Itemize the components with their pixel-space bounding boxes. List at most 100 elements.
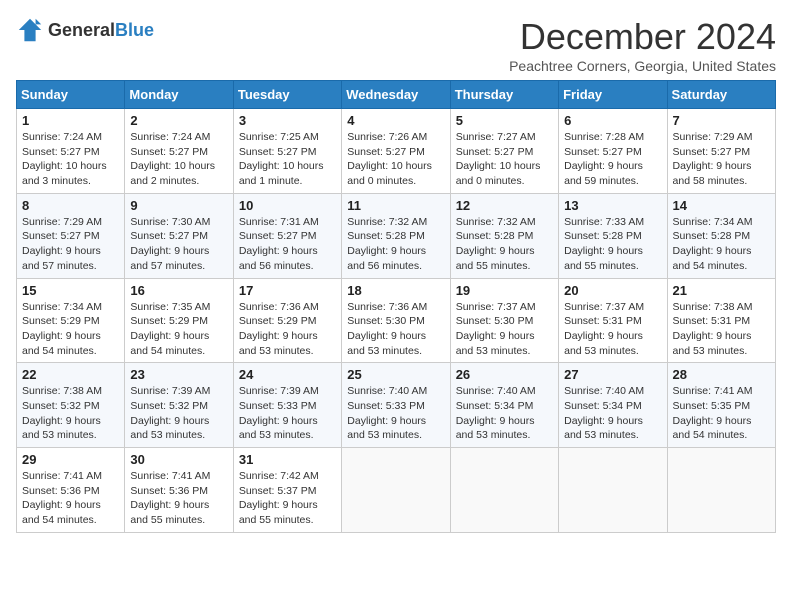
calendar-cell: 19Sunrise: 7:37 AMSunset: 5:30 PMDayligh…	[450, 278, 558, 363]
calendar-cell: 17 Sunrise: 7:36 AMSunset: 5:29 PMDayligh…	[233, 278, 341, 363]
day-number: 26	[456, 367, 553, 382]
calendar-cell: 26 Sunrise: 7:40 AMSunset: 5:34 PMDayligh…	[450, 363, 558, 448]
calendar-cell: 8Sunrise: 7:29 AMSunset: 5:27 PMDaylight…	[17, 193, 125, 278]
day-info: Sunrise: 7:39 AMSunset: 5:33 PMDaylight:…	[239, 384, 336, 443]
day-info: Sunrise: 7:24 AMSunset: 5:27 PMDaylight:…	[22, 130, 119, 189]
weekday-header-row: SundayMondayTuesdayWednesdayThursdayFrid…	[17, 81, 776, 109]
day-info: Sunrise: 7:40 AMSunset: 5:34 PMDaylight:…	[456, 384, 553, 443]
calendar-week-row: 1 Sunrise: 7:24 AMSunset: 5:27 PMDaylight…	[17, 109, 776, 194]
weekday-header-sunday: Sunday	[17, 81, 125, 109]
day-info: Sunrise: 7:24 AMSunset: 5:27 PMDaylight:…	[130, 130, 227, 189]
calendar-cell: 27 Sunrise: 7:40 AMSunset: 5:34 PMDayligh…	[559, 363, 667, 448]
day-number: 10	[239, 198, 336, 213]
weekday-header-friday: Friday	[559, 81, 667, 109]
calendar-cell: 16Sunrise: 7:35 AMSunset: 5:29 PMDayligh…	[125, 278, 233, 363]
day-number: 31	[239, 452, 336, 467]
calendar-cell: 5 Sunrise: 7:27 AMSunset: 5:27 PMDaylight…	[450, 109, 558, 194]
calendar-cell: 10 Sunrise: 7:31 AMSunset: 5:27 PMDayligh…	[233, 193, 341, 278]
day-number: 25	[347, 367, 444, 382]
day-number: 15	[22, 283, 119, 298]
calendar-cell: 31 Sunrise: 7:42 AMSunset: 5:37 PMDayligh…	[233, 448, 341, 533]
calendar-cell: 3Sunrise: 7:25 AMSunset: 5:27 PMDaylight…	[233, 109, 341, 194]
day-number: 24	[239, 367, 336, 382]
day-number: 13	[564, 198, 661, 213]
day-number: 14	[673, 198, 770, 213]
day-number: 16	[130, 283, 227, 298]
day-number: 9	[130, 198, 227, 213]
day-number: 4	[347, 113, 444, 128]
day-info: Sunrise: 7:37 AMSunset: 5:30 PMDaylight:…	[456, 300, 553, 359]
calendar-cell: 13 Sunrise: 7:33 AMSunset: 5:28 PMDayligh…	[559, 193, 667, 278]
day-number: 11	[347, 198, 444, 213]
logo-icon	[16, 16, 44, 44]
calendar-week-row: 8Sunrise: 7:29 AMSunset: 5:27 PMDaylight…	[17, 193, 776, 278]
calendar-cell: 1 Sunrise: 7:24 AMSunset: 5:27 PMDaylight…	[17, 109, 125, 194]
day-number: 17	[239, 283, 336, 298]
calendar-table: SundayMondayTuesdayWednesdayThursdayFrid…	[16, 80, 776, 533]
calendar-cell: 21Sunrise: 7:38 AMSunset: 5:31 PMDayligh…	[667, 278, 775, 363]
calendar-cell: 30Sunrise: 7:41 AMSunset: 5:36 PMDayligh…	[125, 448, 233, 533]
day-info: Sunrise: 7:40 AMSunset: 5:34 PMDaylight:…	[564, 384, 661, 443]
day-number: 1	[22, 113, 119, 128]
day-number: 23	[130, 367, 227, 382]
calendar-cell	[342, 448, 450, 533]
logo: GeneralBlue	[16, 16, 154, 44]
calendar-cell: 4 Sunrise: 7:26 AMSunset: 5:27 PMDaylight…	[342, 109, 450, 194]
calendar-cell: 29 Sunrise: 7:41 AMSunset: 5:36 PMDayligh…	[17, 448, 125, 533]
calendar-cell: 14 Sunrise: 7:34 AMSunset: 5:28 PMDayligh…	[667, 193, 775, 278]
day-number: 22	[22, 367, 119, 382]
day-info: Sunrise: 7:25 AMSunset: 5:27 PMDaylight:…	[239, 130, 336, 189]
calendar-cell: 12 Sunrise: 7:32 AMSunset: 5:28 PMDayligh…	[450, 193, 558, 278]
calendar-cell	[667, 448, 775, 533]
day-info: Sunrise: 7:28 AMSunset: 5:27 PMDaylight:…	[564, 130, 661, 189]
day-info: Sunrise: 7:27 AMSunset: 5:27 PMDaylight:…	[456, 130, 553, 189]
logo-blue: Blue	[115, 20, 154, 40]
day-info: Sunrise: 7:41 AMSunset: 5:36 PMDaylight:…	[22, 469, 119, 528]
day-number: 29	[22, 452, 119, 467]
calendar-cell: 9Sunrise: 7:30 AMSunset: 5:27 PMDaylight…	[125, 193, 233, 278]
day-info: Sunrise: 7:36 AMSunset: 5:30 PMDaylight:…	[347, 300, 444, 359]
calendar-cell: 6Sunrise: 7:28 AMSunset: 5:27 PMDaylight…	[559, 109, 667, 194]
day-info: Sunrise: 7:32 AMSunset: 5:28 PMDaylight:…	[456, 215, 553, 274]
day-info: Sunrise: 7:32 AMSunset: 5:28 PMDaylight:…	[347, 215, 444, 274]
day-info: Sunrise: 7:31 AMSunset: 5:27 PMDaylight:…	[239, 215, 336, 274]
day-info: Sunrise: 7:26 AMSunset: 5:27 PMDaylight:…	[347, 130, 444, 189]
weekday-header-tuesday: Tuesday	[233, 81, 341, 109]
calendar-cell	[450, 448, 558, 533]
calendar-cell	[559, 448, 667, 533]
calendar-week-row: 15Sunrise: 7:34 AMSunset: 5:29 PMDayligh…	[17, 278, 776, 363]
weekday-header-monday: Monday	[125, 81, 233, 109]
day-info: Sunrise: 7:38 AMSunset: 5:31 PMDaylight:…	[673, 300, 770, 359]
calendar-cell: 15Sunrise: 7:34 AMSunset: 5:29 PMDayligh…	[17, 278, 125, 363]
day-number: 28	[673, 367, 770, 382]
day-info: Sunrise: 7:42 AMSunset: 5:37 PMDaylight:…	[239, 469, 336, 528]
page-header: GeneralBlue December 2024 Peachtree Corn…	[16, 16, 776, 74]
day-number: 2	[130, 113, 227, 128]
day-number: 7	[673, 113, 770, 128]
calendar-cell: 24 Sunrise: 7:39 AMSunset: 5:33 PMDayligh…	[233, 363, 341, 448]
day-number: 20	[564, 283, 661, 298]
day-info: Sunrise: 7:33 AMSunset: 5:28 PMDaylight:…	[564, 215, 661, 274]
weekday-header-wednesday: Wednesday	[342, 81, 450, 109]
day-info: Sunrise: 7:41 AMSunset: 5:35 PMDaylight:…	[673, 384, 770, 443]
day-info: Sunrise: 7:39 AMSunset: 5:32 PMDaylight:…	[130, 384, 227, 443]
calendar-week-row: 22Sunrise: 7:38 AMSunset: 5:32 PMDayligh…	[17, 363, 776, 448]
day-number: 30	[130, 452, 227, 467]
day-info: Sunrise: 7:29 AMSunset: 5:27 PMDaylight:…	[673, 130, 770, 189]
calendar-cell: 7 Sunrise: 7:29 AMSunset: 5:27 PMDaylight…	[667, 109, 775, 194]
day-number: 18	[347, 283, 444, 298]
location-title: Peachtree Corners, Georgia, United State…	[509, 58, 776, 74]
calendar-cell: 22Sunrise: 7:38 AMSunset: 5:32 PMDayligh…	[17, 363, 125, 448]
day-info: Sunrise: 7:34 AMSunset: 5:28 PMDaylight:…	[673, 215, 770, 274]
weekday-header-thursday: Thursday	[450, 81, 558, 109]
day-number: 12	[456, 198, 553, 213]
day-info: Sunrise: 7:29 AMSunset: 5:27 PMDaylight:…	[22, 215, 119, 274]
calendar-header: SundayMondayTuesdayWednesdayThursdayFrid…	[17, 81, 776, 109]
calendar-cell: 2 Sunrise: 7:24 AMSunset: 5:27 PMDaylight…	[125, 109, 233, 194]
calendar-cell: 28 Sunrise: 7:41 AMSunset: 5:35 PMDayligh…	[667, 363, 775, 448]
logo-text: GeneralBlue	[48, 20, 154, 41]
weekday-header-saturday: Saturday	[667, 81, 775, 109]
day-number: 5	[456, 113, 553, 128]
day-info: Sunrise: 7:36 AMSunset: 5:29 PMDaylight:…	[239, 300, 336, 359]
day-number: 27	[564, 367, 661, 382]
